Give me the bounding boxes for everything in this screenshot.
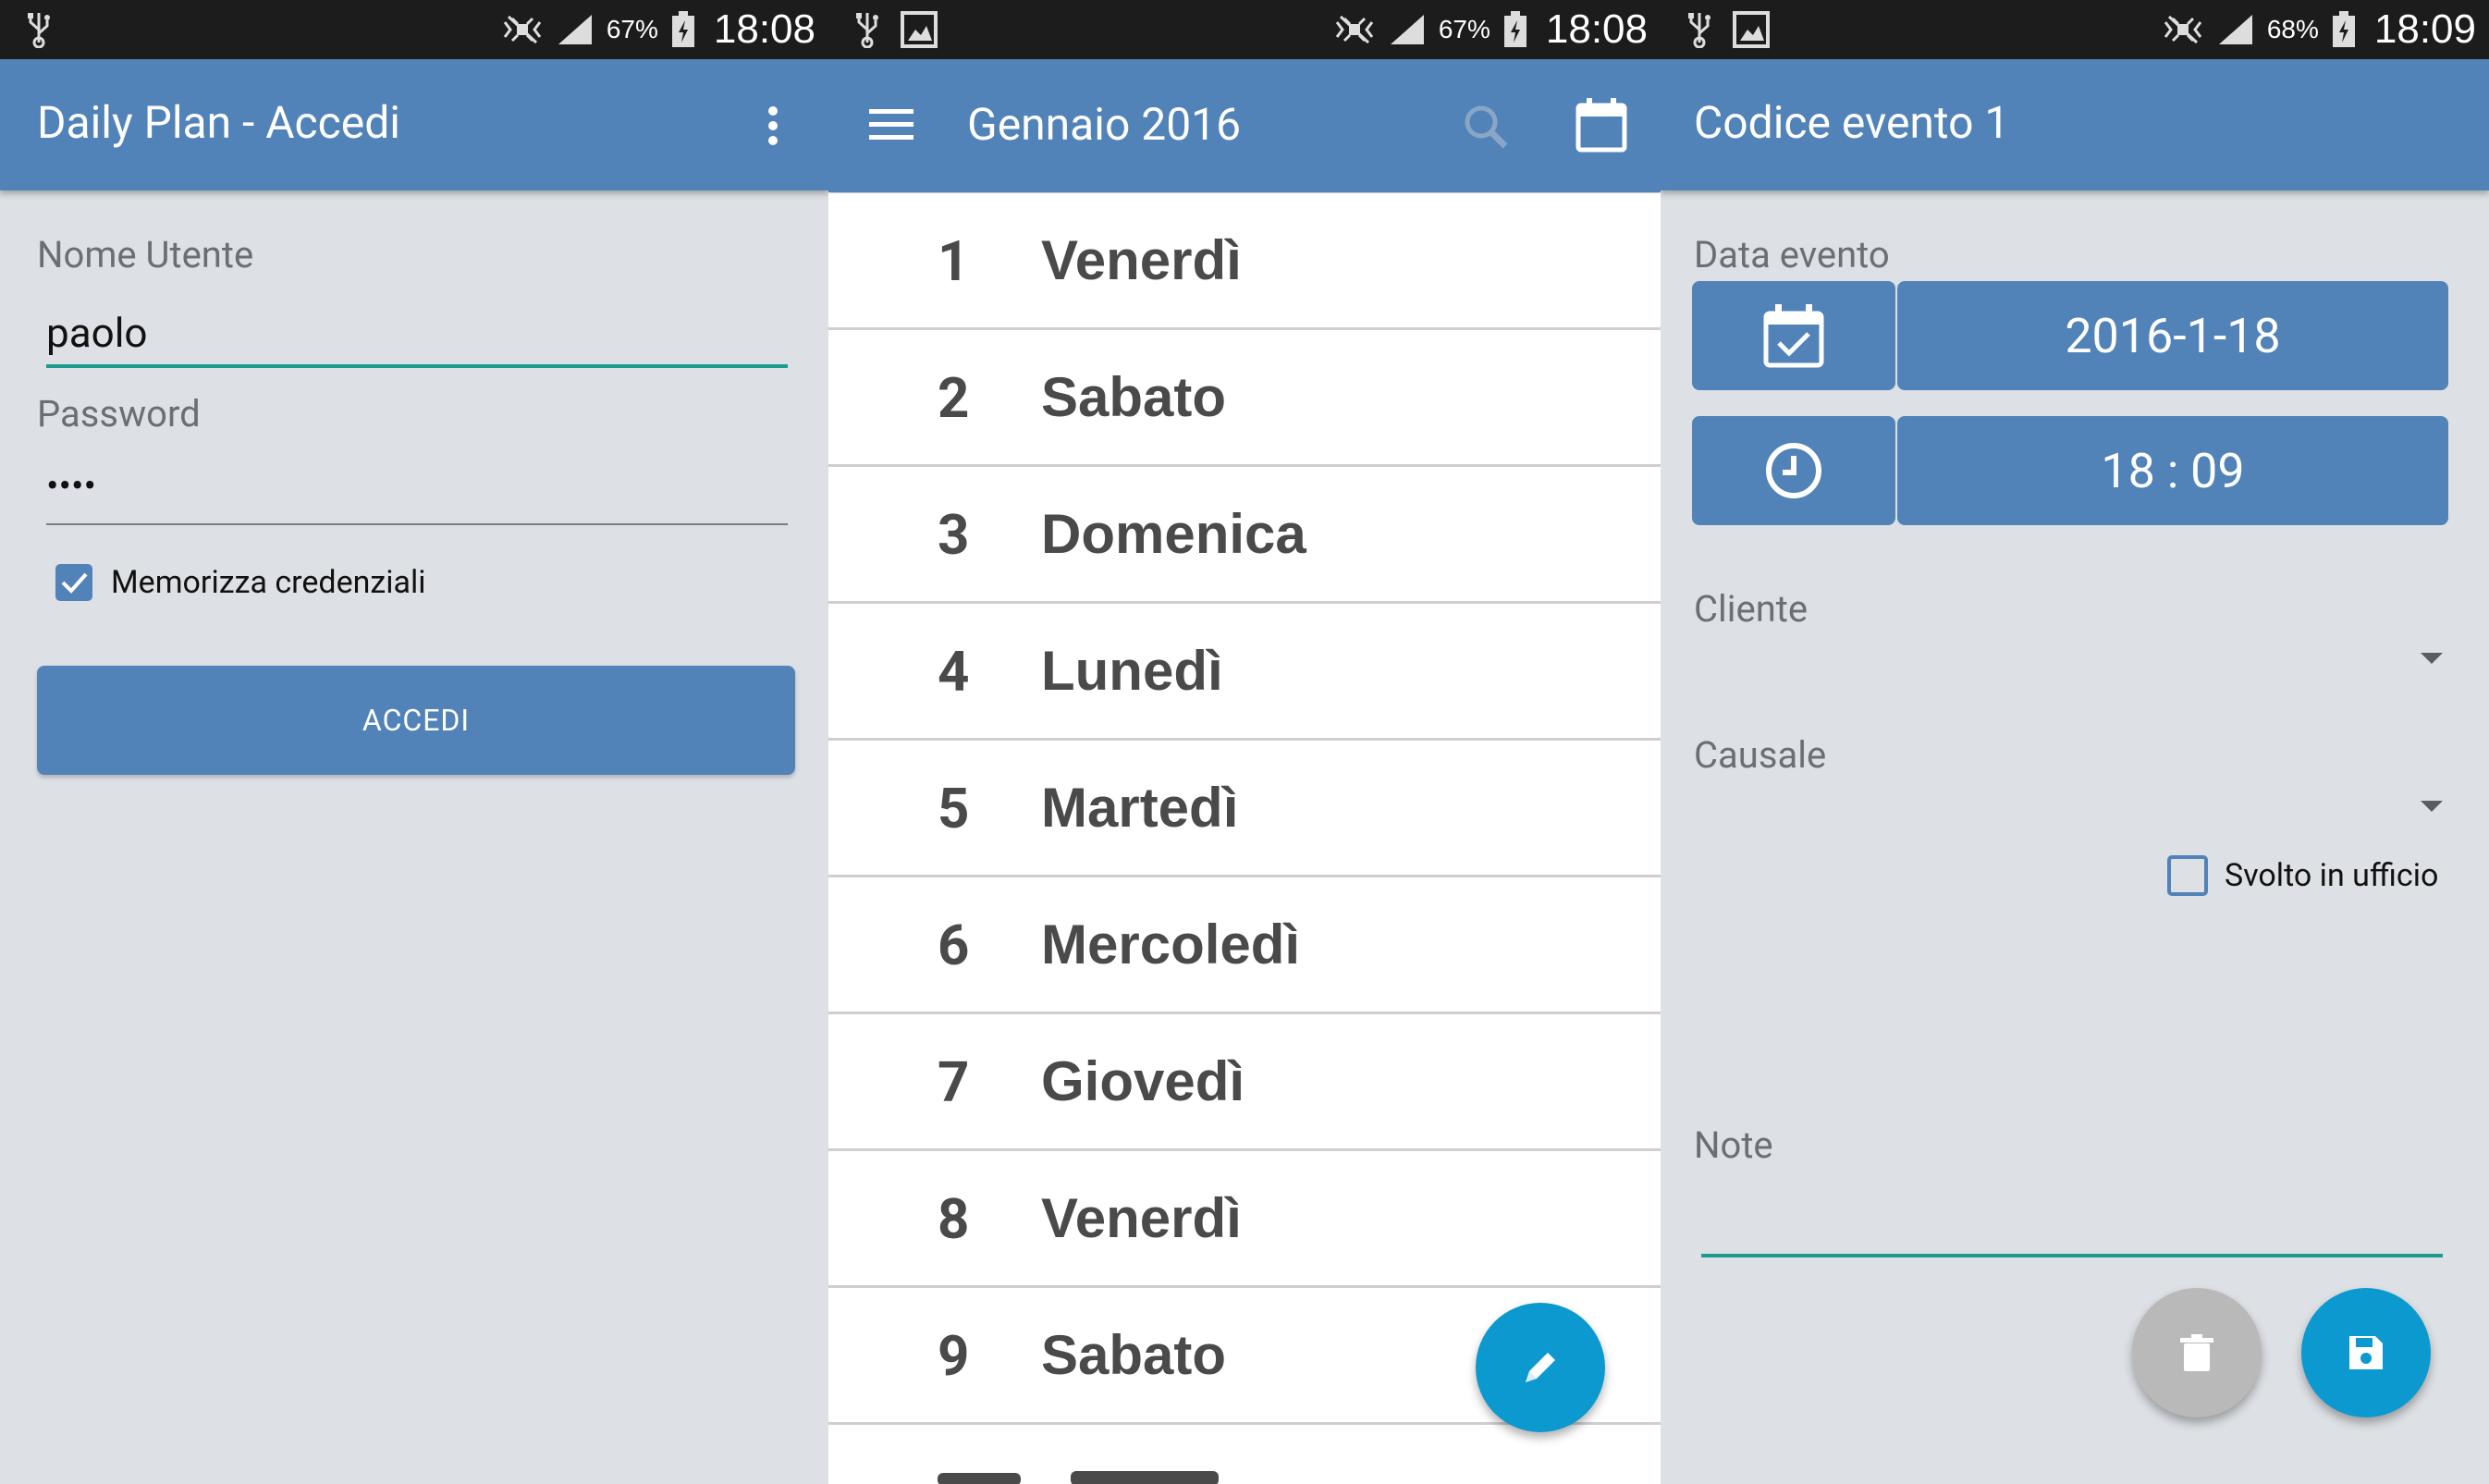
day-name: Martedì — [1041, 777, 1239, 839]
notes-field[interactable] — [1701, 1184, 2443, 1257]
battery-charging-icon — [1503, 11, 1527, 48]
save-fab[interactable] — [2301, 1288, 2431, 1417]
app-bar: Daily Plan - Accedi — [0, 59, 828, 190]
event-date-label: Data evento — [1694, 233, 1890, 276]
battery-percent: 67% — [606, 15, 658, 43]
username-underline — [46, 364, 788, 368]
chevron-down-icon — [2421, 801, 2443, 812]
office-checkbox[interactable] — [2167, 855, 2208, 896]
reason-label: Causale — [1694, 733, 1827, 777]
page-title: Gennaio 2016 — [967, 98, 1242, 151]
day-number: 4 — [938, 639, 970, 705]
trash-icon — [2180, 1334, 2213, 1371]
clipped-text — [1071, 1471, 1219, 1484]
list-item[interactable]: 4 Lunedì — [828, 604, 1661, 741]
day-number: 2 — [938, 365, 970, 431]
list-item[interactable]: 3 Domenica — [828, 467, 1661, 604]
gallery-icon — [901, 11, 938, 48]
overflow-menu-icon[interactable] — [764, 105, 782, 146]
page-title: Daily Plan - Accedi — [37, 96, 400, 149]
hamburger-menu-icon[interactable] — [869, 107, 913, 144]
clock-icon — [1766, 443, 1821, 498]
list-item[interactable]: 1 Venerdì — [828, 193, 1661, 330]
day-name: Domenica — [1041, 503, 1306, 565]
app-bar: Gennaio 2016 — [828, 59, 1661, 192]
date-field[interactable]: 2016-1-18 — [1897, 281, 2448, 390]
office-label: Svolto in ufficio — [2225, 857, 2439, 894]
reason-dropdown[interactable] — [1694, 784, 2452, 840]
status-bar: 67% 18:08 — [828, 0, 1661, 59]
client-label: Cliente — [1694, 587, 1809, 631]
list-item-partial[interactable] — [828, 1425, 1661, 1484]
battery-charging-icon — [2332, 11, 2356, 48]
battery-charging-icon — [671, 11, 695, 48]
page-title: Codice evento 1 — [1694, 96, 2010, 149]
day-number: 9 — [938, 1323, 970, 1389]
calendar-check-icon — [1763, 304, 1824, 368]
password-label: Password — [37, 392, 201, 435]
battery-percent: 68% — [2266, 15, 2319, 43]
username-field[interactable]: paolo — [46, 309, 148, 357]
login-button[interactable]: ACCEDI — [37, 666, 795, 775]
remember-checkbox[interactable] — [55, 564, 92, 601]
battery-percent: 67% — [1438, 15, 1490, 43]
clock: 18:09 — [2373, 6, 2476, 52]
signal-icon — [557, 13, 594, 46]
usb-icon — [1686, 11, 1712, 48]
gallery-icon — [1733, 11, 1770, 48]
signal-icon — [2217, 13, 2254, 46]
password-underline — [46, 523, 788, 525]
day-name: Lunedì — [1041, 640, 1223, 702]
day-name: Venerdì — [1041, 229, 1242, 291]
list-item[interactable]: 7 Giovedì — [828, 1014, 1661, 1151]
calendar-icon[interactable] — [1576, 96, 1627, 157]
day-name: Venerdì — [1041, 1187, 1242, 1249]
status-bar: 68% 18:09 — [1661, 0, 2489, 59]
notes-underline — [1701, 1254, 2443, 1257]
usb-icon — [26, 11, 52, 48]
notes-label: Note — [1694, 1123, 1773, 1167]
day-number: 6 — [938, 913, 970, 978]
day-name: Sabato — [1041, 1324, 1227, 1386]
list-item[interactable]: 2 Sabato — [828, 330, 1661, 467]
password-field[interactable]: •••• — [46, 464, 96, 508]
time-field[interactable]: 18 : 09 — [1897, 416, 2448, 525]
app-bar: Codice evento 1 — [1661, 59, 2489, 190]
event-screen: 68% 18:09 Codice evento 1 Data evento 20… — [1661, 0, 2489, 1484]
username-label: Nome Utente — [37, 233, 254, 276]
edit-fab[interactable] — [1476, 1303, 1605, 1432]
signal-icon — [1389, 13, 1426, 46]
floppy-save-icon — [2349, 1336, 2383, 1369]
clipped-text — [938, 1473, 1021, 1484]
day-number: 5 — [938, 776, 970, 841]
day-name: Mercoledì — [1041, 914, 1301, 975]
client-dropdown[interactable] — [1694, 638, 2452, 693]
day-number: 1 — [938, 228, 970, 294]
list-item[interactable]: 8 Venerdì — [828, 1151, 1661, 1288]
day-number: 3 — [938, 502, 970, 568]
remember-label: Memorizza credenziali — [111, 564, 426, 601]
clock: 18:08 — [1545, 6, 1648, 52]
day-number: 7 — [938, 1049, 970, 1115]
mute-icon — [1333, 15, 1376, 44]
calendar-screen: 67% 18:08 Gennaio 2016 1 Venerdì 2 Sabat… — [828, 0, 1661, 1484]
time-picker-button[interactable] — [1692, 416, 1895, 525]
search-icon[interactable] — [1461, 102, 1511, 155]
login-screen: 67% 18:08 Daily Plan - Accedi Nome Utent… — [0, 0, 828, 1484]
chevron-down-icon — [2421, 653, 2443, 664]
status-bar: 67% 18:08 — [0, 0, 828, 59]
mute-icon — [501, 15, 544, 44]
day-name: Giovedì — [1041, 1050, 1245, 1112]
pencil-icon — [1526, 1353, 1555, 1382]
mute-icon — [2162, 15, 2204, 44]
list-item[interactable]: 5 Martedì — [828, 741, 1661, 877]
delete-fab[interactable] — [2132, 1288, 2262, 1417]
clock: 18:08 — [713, 6, 815, 52]
day-name: Sabato — [1041, 366, 1227, 428]
usb-icon — [854, 11, 880, 48]
check-icon — [61, 572, 88, 594]
date-picker-button[interactable] — [1692, 281, 1895, 390]
list-item[interactable]: 6 Mercoledì — [828, 877, 1661, 1014]
day-number: 8 — [938, 1186, 970, 1252]
